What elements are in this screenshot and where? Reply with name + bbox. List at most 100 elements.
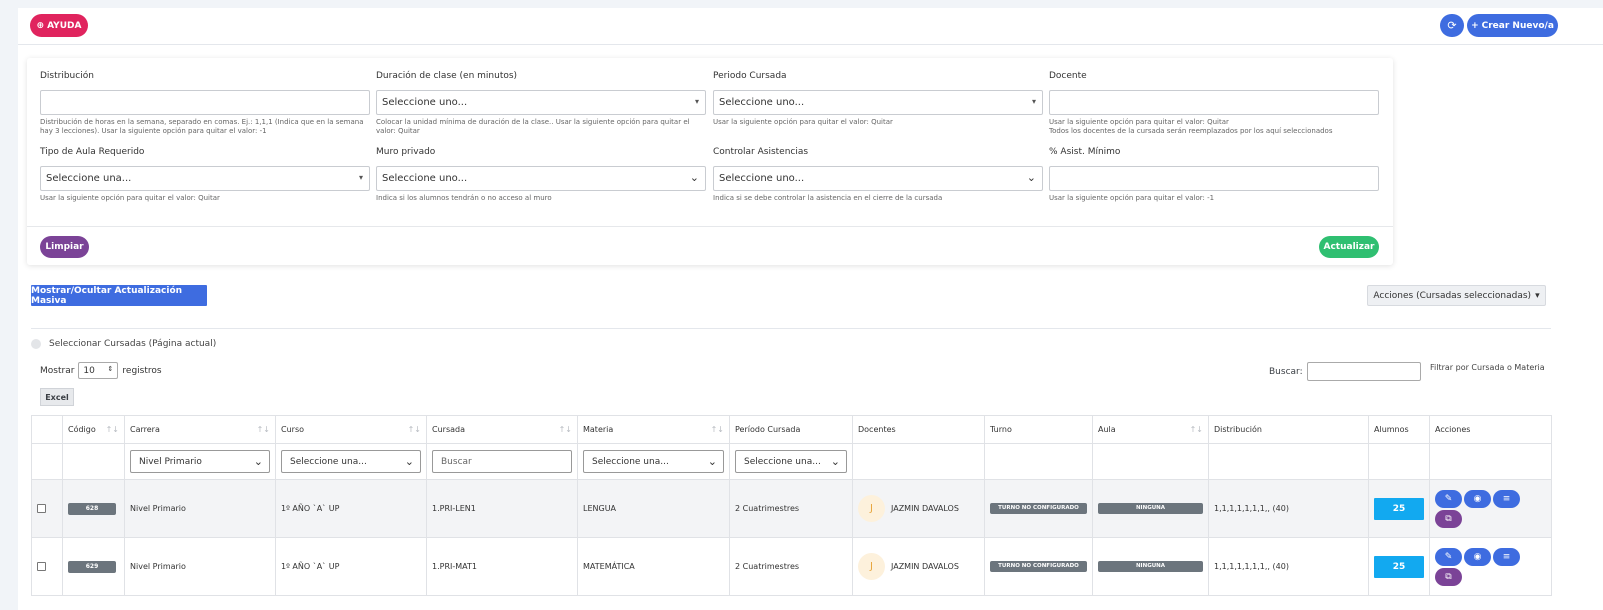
header-label: Acciones [1435,425,1471,434]
sort-icon: ↑↓ [558,425,572,434]
periodo-cell: 2 Cuatrimestres [729,537,853,596]
header-carrera[interactable]: Carrera ↑↓ [124,415,276,444]
muro-select[interactable]: Seleccione uno... ⌄ [376,166,706,191]
edit-button[interactable]: ✎ [1435,489,1462,508]
status-badge: NINGUNA [1098,561,1203,572]
codigo-cell: 629 [62,537,125,596]
periodo-filter-select[interactable]: Seleccione una... ⌄ [735,450,847,473]
copy-icon: ⧉ [1445,513,1452,524]
row-select-cell [31,537,63,596]
select-all-toggle[interactable]: Seleccionar Cursadas (Página actual) [31,339,216,349]
alumnos-cell: 25 [1368,479,1430,538]
select-all-checkbox[interactable] [31,339,41,349]
toggle-mass-update-button[interactable]: Mostrar/Ocultar Actualización Masiva [31,285,207,306]
alumnos-button[interactable]: 25 [1374,555,1424,578]
materia-cell: MATEMÁTICA [577,537,730,596]
header-label: Cursada [432,425,465,434]
header-label: Turno [990,425,1012,434]
materia-cell: LENGUA [577,479,730,538]
field-hint: Usar la siguiente opción para quitar el … [1049,118,1379,136]
cursada-filter-input[interactable]: Buscar [432,450,572,473]
bulk-actions-dropdown[interactable]: Acciones (Cursadas seleccionadas) ▾ [1367,285,1546,306]
update-button[interactable]: Actualizar [1319,236,1379,258]
asist-min-input[interactable] [1049,166,1379,191]
row-checkbox[interactable] [37,504,46,513]
help-button[interactable]: ⊕ AYUDA [30,14,88,37]
records-label: registros [122,365,162,376]
header-curso[interactable]: Curso ↑↓ [275,415,427,444]
page-length-control: Mostrar 10 ⇕ registros [40,362,162,379]
header-label: Alumnos [1374,425,1409,434]
create-label: Crear Nuevo/a [1481,20,1554,31]
alumnos-button[interactable]: 25 [1374,497,1424,520]
header-aula[interactable]: Aula ↑↓ [1092,415,1209,444]
filter-cell: Nivel Primario ⌄ [124,443,276,480]
distribucion-cell: 1,1,1,1,1,1,1,, (40) [1208,537,1369,596]
code-badge: 629 [68,560,116,573]
carrera-filter-select[interactable]: Nivel Primario ⌄ [130,450,270,473]
carrera-cell: Nivel Primario [124,537,276,596]
refresh-button[interactable]: ⟳ [1440,14,1464,37]
list-button[interactable]: ≡ [1493,547,1520,566]
field-label: Periodo Cursada [713,71,787,81]
filter-cell [31,443,63,480]
view-button[interactable]: ◉ [1464,489,1491,508]
filter-cell [1368,443,1430,480]
top-bar: ⊕ AYUDA ⟳ + Crear Nuevo/a [18,8,1603,45]
docentes-cell: J JAZMIN DAVALOS [852,479,985,538]
header-label: Materia [583,425,614,434]
table-row: 629 Nivel Primario 1º AÑO `A` UP 1.PRI-M… [31,537,1552,596]
chevron-down-icon: ⌄ [689,171,699,184]
hint-line: Usar la siguiente opción para quitar el … [1049,118,1229,126]
select-all-label: Seleccionar Cursadas (Página actual) [49,339,217,349]
periodo-select[interactable]: Seleccione uno... ▾ [713,90,1043,115]
acciones-cell: ✎ ◉ ≡ ⧉ [1429,479,1552,538]
curso-filter-select[interactable]: Seleccione una... ⌄ [281,450,421,473]
search-input[interactable] [1306,362,1421,381]
row-select-cell [31,479,63,538]
header-codigo[interactable]: Código ↑↓ [62,415,125,444]
clear-button[interactable]: Limpiar [40,236,89,258]
edit-button[interactable]: ✎ [1435,547,1462,566]
row-checkbox[interactable] [37,562,46,571]
materia-filter-select[interactable]: Seleccione una... ⌄ [583,450,724,473]
distribucion-input[interactable] [40,90,370,115]
caret-down-icon: ▾ [1031,97,1036,106]
periodo-cell: 2 Cuatrimestres [729,479,853,538]
filter-value: Seleccione una... [592,456,669,467]
filter-cell [62,443,125,480]
cursada-cell: 1.PRI-LEN1 [426,479,578,538]
field-asistencias: Controlar Asistencias Seleccione uno... ⌄… [713,147,1043,203]
copy-icon: ⧉ [1445,571,1452,582]
filter-row: Nivel Primario ⌄ Seleccione una... ⌄ Busca… [31,443,1552,480]
header-cursada[interactable]: Cursada ↑↓ [426,415,578,444]
docentes-cell: J JAZMIN DAVALOS [852,537,985,596]
filter-value: Nivel Primario [139,456,202,467]
list-button[interactable]: ≡ [1493,489,1520,508]
create-new-button[interactable]: + Crear Nuevo/a [1467,14,1558,37]
page-length-select[interactable]: 10 ⇕ [78,362,119,379]
duplicate-button[interactable]: ⧉ [1435,567,1462,586]
duplicate-button[interactable]: ⧉ [1435,509,1462,528]
excel-export-button[interactable]: Excel [40,388,74,406]
docente-input[interactable] [1049,90,1379,115]
view-button[interactable]: ◉ [1464,547,1491,566]
aula-cell: NINGUNA [1092,479,1209,538]
field-hint: Usar la siguiente opción para quitar el … [713,118,893,126]
turno-cell: TURNO NO CONFIGURADO [984,537,1093,596]
header-distribucion: Distribución [1208,415,1369,444]
field-duracion: Duración de clase (en minutos) Seleccion… [376,71,706,136]
turno-cell: TURNO NO CONFIGURADO [984,479,1093,538]
list-icon: ≡ [1502,551,1511,562]
header-docentes: Docentes [852,415,985,444]
asistencias-select[interactable]: Seleccione uno... ⌄ [713,166,1043,191]
header-materia[interactable]: Materia ↑↓ [577,415,730,444]
row-actions: ✎ ◉ ≡ ⧉ [1435,547,1523,586]
chevron-down-icon: ⌄ [404,455,414,468]
select-value: Seleccione uno... [382,173,468,184]
main-page: ⊕ AYUDA ⟳ + Crear Nuevo/a Distribución D… [18,8,1603,610]
duracion-select[interactable]: Seleccione uno... ▾ [376,90,706,115]
codigo-cell: 628 [62,479,125,538]
tipo-aula-select[interactable]: Seleccione una... ▾ [40,166,370,191]
filter-cell: Buscar [426,443,578,480]
